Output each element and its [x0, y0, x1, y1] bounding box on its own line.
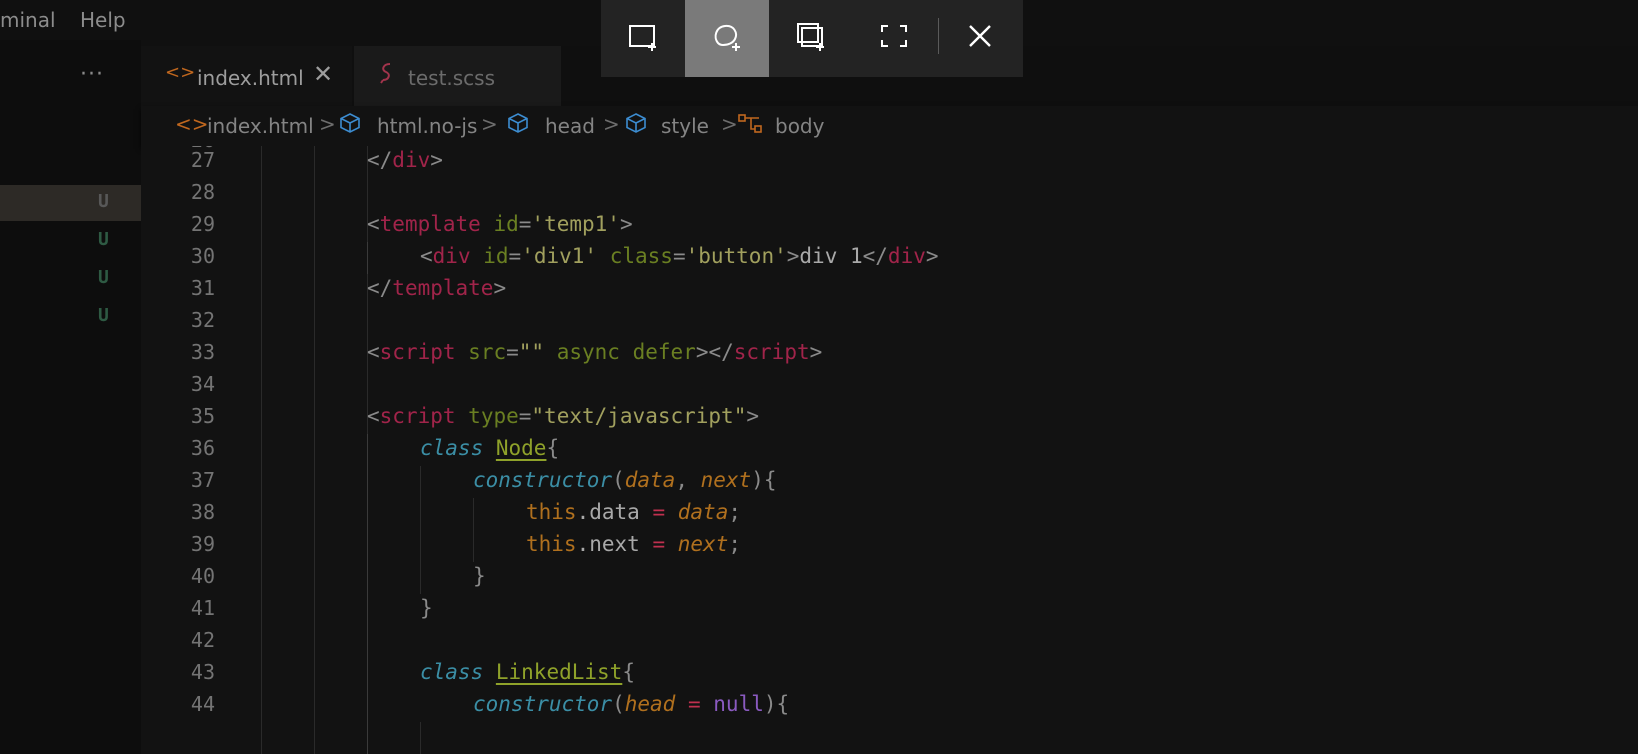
line-number: 37 — [190, 468, 215, 492]
close-icon — [969, 25, 991, 47]
code-line: 43 class LinkedList{ — [141, 658, 1638, 691]
untracked-badge: U — [98, 305, 109, 326]
line-number: 43 — [190, 660, 215, 684]
scss-file-icon — [378, 62, 396, 89]
explorer-item[interactable]: U — [0, 299, 141, 335]
explorer-item[interactable]: U — [0, 185, 141, 221]
chevron-right-icon: > — [319, 112, 336, 136]
line-number: 38 — [190, 500, 215, 524]
code-line: 38 this.data = data; — [141, 498, 1638, 531]
code-line: 35 <script type="text/javascript"> — [141, 402, 1638, 435]
explorer-sidebar: ··· U U U U — [0, 40, 141, 754]
close-snip-button[interactable] — [939, 0, 1023, 77]
untracked-badge: U — [98, 229, 109, 250]
untracked-badge: U — [98, 191, 109, 212]
indent-guide — [420, 722, 421, 754]
element-cube-icon — [507, 112, 529, 139]
explorer-item[interactable]: U — [0, 261, 141, 297]
breadcrumb-item-style[interactable]: style — [661, 114, 709, 138]
tab-test-scss[interactable]: test.scss — [354, 46, 561, 106]
window-snip-button[interactable] — [769, 0, 853, 77]
code-line: 41 } — [141, 594, 1638, 627]
element-cube-icon — [339, 112, 361, 139]
code-line: 31 </template> — [141, 274, 1638, 307]
rectangular-snip-button[interactable] — [601, 0, 685, 77]
tab-index-html[interactable]: <> index.html ✕ — [141, 46, 352, 106]
fullscreen-snip-button[interactable] — [853, 0, 937, 77]
line-number: 39 — [190, 532, 215, 556]
breadcrumb-item-body[interactable]: body — [775, 114, 824, 138]
close-icon[interactable]: ✕ — [313, 60, 333, 88]
breadcrumb-item-html[interactable]: html.no-js — [377, 114, 477, 138]
line-number: 28 — [190, 180, 215, 204]
code-line: 28 — [141, 178, 1638, 211]
code-line: 36 class Node{ — [141, 434, 1638, 467]
line-number: 35 — [190, 404, 215, 428]
code-line: 44 constructor(head = null){ — [141, 690, 1638, 723]
line-number: 40 — [190, 564, 215, 588]
code-line: 39 this.next = next; — [141, 530, 1638, 563]
rectangle-snip-icon — [629, 25, 656, 51]
tab-label: test.scss — [408, 66, 496, 90]
code-line: 32 — [141, 306, 1638, 339]
breadcrumb-item-file[interactable]: index.html — [207, 114, 314, 138]
line-number: 27 — [190, 148, 215, 172]
code-line: 29 <template id='temp1'> — [141, 210, 1638, 243]
line-number: 36 — [190, 436, 215, 460]
freeform-snip-button[interactable] — [685, 0, 769, 77]
line-number: 32 — [190, 308, 215, 332]
window-snip-icon — [797, 23, 824, 51]
breadcrumb: <> index.html > html.no-js > head > styl… — [141, 106, 1638, 146]
selector-icon — [737, 112, 765, 141]
freeform-snip-icon — [714, 24, 740, 51]
untracked-badge: U — [98, 267, 109, 288]
line-number: 30 — [190, 244, 215, 268]
explorer-item[interactable]: U — [0, 223, 141, 259]
line-number: 33 — [190, 340, 215, 364]
menu-help[interactable]: Help — [80, 8, 126, 32]
tab-label: index.html — [197, 66, 304, 90]
line-number: 41 — [190, 596, 215, 620]
chevron-right-icon: > — [603, 112, 620, 136]
line-number: 42 — [190, 628, 215, 652]
html-file-icon: <> — [175, 112, 209, 136]
code-line: 37 constructor(data, next){ — [141, 466, 1638, 499]
code-line: 30 <div id='div1' class='button'>div 1</… — [141, 242, 1638, 275]
chevron-right-icon: > — [481, 112, 498, 136]
code-line: 34 — [141, 370, 1638, 403]
more-actions-button[interactable]: ··· — [80, 62, 104, 87]
code-editor[interactable]: 26 27 </div> 28 29 <template id='temp1'>… — [141, 146, 1638, 754]
line-number: 34 — [190, 372, 215, 396]
fullscreen-snip-icon — [881, 25, 907, 47]
element-cube-icon — [625, 112, 647, 139]
menu-terminal[interactable]: minal — [0, 8, 56, 32]
code-line: 27 </div> — [141, 146, 1638, 179]
chevron-right-icon: > — [721, 112, 738, 136]
code-line: 33 <script src="" async defer></script> — [141, 338, 1638, 371]
line-number: 31 — [190, 276, 215, 300]
code-line: 40 } — [141, 562, 1638, 595]
code-line: 42 — [141, 626, 1638, 659]
snip-toolbar — [601, 0, 1023, 77]
html-file-icon: <> — [165, 62, 196, 83]
breadcrumb-item-head[interactable]: head — [545, 114, 595, 138]
menu-bar: minal Help — [0, 0, 600, 40]
line-number: 44 — [190, 692, 215, 716]
line-number: 29 — [190, 212, 215, 236]
